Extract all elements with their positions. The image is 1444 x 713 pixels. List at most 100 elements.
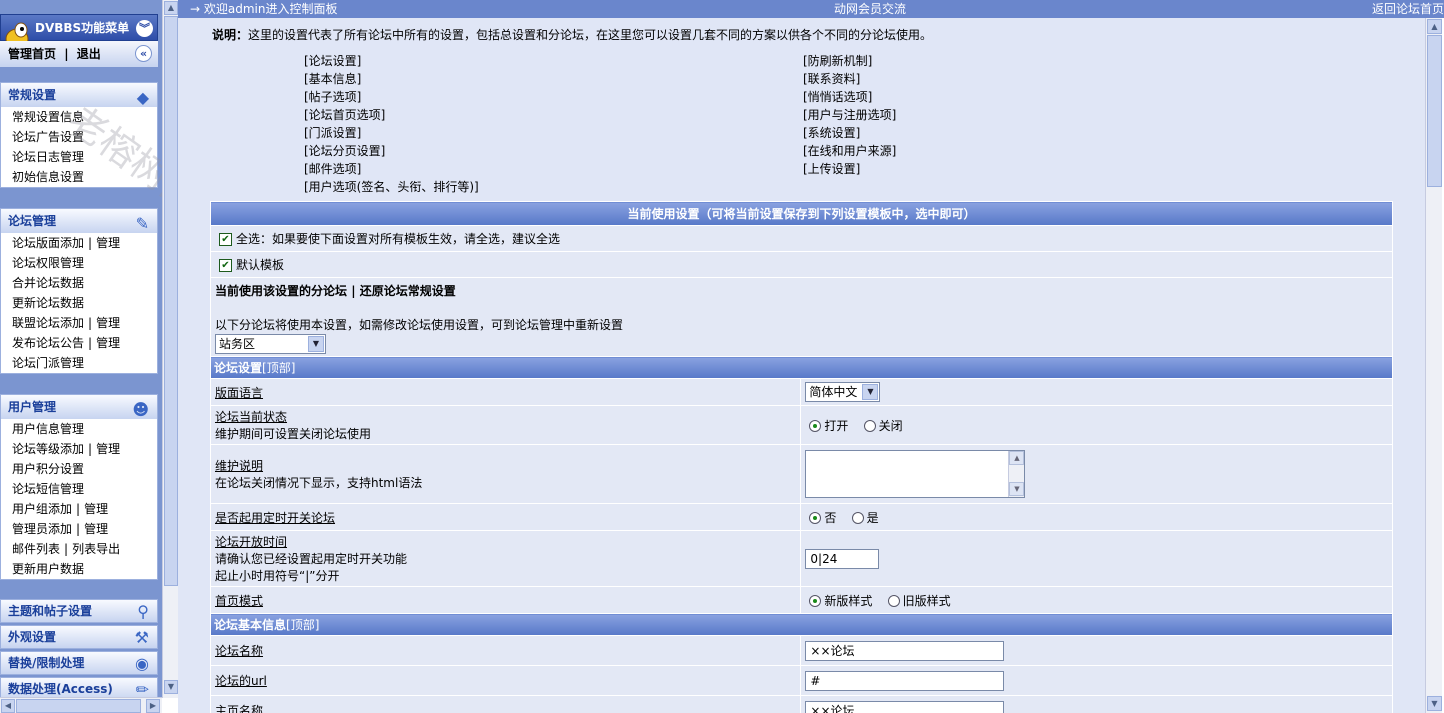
section-link[interactable]: [用户选项(签名、头衔、排行等)] [304, 178, 479, 196]
arrow-icon: → [190, 2, 201, 16]
scroll-thumb[interactable] [16, 699, 141, 713]
group-title-general[interactable]: 常规设置 ◆ [1, 83, 157, 107]
collapse-menu-icon[interactable]: ︾ [136, 20, 153, 37]
sidebar-item[interactable]: 更新论坛数据 [1, 293, 157, 313]
section-link[interactable]: [上传设置] [803, 160, 896, 178]
maintenance-textarea[interactable]: ▲ ▼ [805, 450, 1026, 498]
sidebar-item[interactable]: 论坛等级添加 | 管理 [1, 439, 157, 459]
home-new-radio[interactable] [809, 595, 822, 607]
restore-link[interactable]: 还原论坛常规设置 [360, 284, 456, 298]
sidebar-item[interactable]: 用户积分设置 [1, 459, 157, 479]
status-label: 论坛当前状态 [215, 410, 288, 424]
scroll-left-icon[interactable]: ◀ [1, 699, 15, 713]
group-appearance[interactable]: 外观设置 ⚒ [0, 625, 158, 649]
logout-link[interactable]: 退出 [77, 47, 101, 61]
main-vscrollbar[interactable]: ▲ ▼ [1425, 18, 1442, 713]
current-forum-label: 当前使用该设置的分论坛 [215, 284, 348, 298]
section-link[interactable]: [门派设置] [304, 124, 479, 142]
homepage-name-input[interactable]: ××论坛 [805, 700, 1005, 713]
section-link[interactable]: [悄悄话选项] [803, 88, 896, 106]
section-link[interactable]: [帖子选项] [304, 88, 479, 106]
select-all-checkbox[interactable]: ✔ [219, 233, 232, 246]
settings-table: 当前使用设置（可将当前设置保存到下列设置模板中，选中即可） ✔ 全选：如果要使下面… [209, 201, 1393, 713]
scroll-down-icon[interactable]: ▼ [1427, 696, 1442, 711]
sidebar-item[interactable]: 初始信息设置 [1, 167, 157, 187]
sidebar-item[interactable]: 邮件列表 | 列表导出 [1, 539, 157, 559]
sidebar-item[interactable]: 论坛门派管理 [1, 353, 157, 373]
section-link[interactable]: [防刷新机制] [803, 52, 896, 70]
sidebar-item[interactable]: 论坛日志管理 [1, 147, 157, 167]
sidebar-vscrollbar[interactable]: ▲ ▼ [162, 0, 178, 698]
sidebar-item[interactable]: 合并论坛数据 [1, 273, 157, 293]
chevron-down-icon: ▼ [862, 384, 879, 400]
forum-url-input[interactable]: # [805, 670, 1005, 691]
maintenance-label: 维护说明 [215, 459, 264, 473]
section-link[interactable]: [系统设置] [803, 124, 896, 142]
group-title-forum[interactable]: 论坛管理 ✎ [1, 209, 157, 233]
sidebar-item[interactable]: 用户组添加 | 管理 [1, 499, 157, 519]
top-link[interactable]: [顶部] [262, 361, 295, 375]
scroll-up-icon[interactable]: ▲ [164, 1, 178, 15]
member-link[interactable]: 动网会员交流 [834, 0, 906, 18]
status-close-radio[interactable] [863, 420, 876, 432]
section-link[interactable]: [用户与注册选项] [803, 106, 896, 124]
section-link[interactable]: [基本信息] [304, 70, 479, 88]
select-all-row: ✔ 全选：如果要使下面设置对所有模板生效，请全选，建议全选 [210, 225, 1393, 252]
chevron-down-icon: ▼ [308, 336, 324, 352]
sidebar-item[interactable]: 更新用户数据 [1, 559, 157, 579]
section-header-basic: 论坛基本信息[顶部] [210, 613, 1393, 636]
sidebar-item[interactable]: 发布论坛公告 | 管理 [1, 333, 157, 353]
homepage-name-label: 主页名称 [215, 704, 264, 713]
scroll-thumb[interactable] [164, 16, 178, 586]
group-replace[interactable]: 替换/限制处理 ◉ [0, 651, 158, 675]
section-link[interactable]: [论坛设置] [304, 52, 479, 70]
section-link[interactable]: [论坛分页设置] [304, 142, 479, 160]
group-general: 常规设置 ◆ 常规设置信息 论坛广告设置 论坛日志管理 初始信息设置 [0, 82, 158, 188]
open-time-desc: 起止小时用符号“|”分开 [215, 569, 340, 583]
status-open-radio[interactable] [809, 420, 822, 432]
home-link[interactable]: 管理首页 [8, 47, 56, 61]
scroll-down-icon[interactable]: ▼ [164, 680, 178, 694]
sidebar-item[interactable]: 用户信息管理 [1, 419, 157, 439]
forum-name-input[interactable]: ××论坛 [805, 640, 1005, 661]
back-home-link[interactable]: 返回论坛首页 [1372, 0, 1444, 18]
scroll-thumb[interactable] [1427, 35, 1442, 187]
timer-yes-radio[interactable] [851, 512, 864, 524]
home-old-radio[interactable] [887, 595, 900, 607]
default-template-checkbox[interactable]: ✔ [219, 259, 232, 272]
sidebar-item[interactable]: 论坛短信管理 [1, 479, 157, 499]
sidebar-item[interactable]: 常规设置信息 [1, 107, 157, 127]
section-link[interactable]: [邮件选项] [304, 160, 479, 178]
current-settings-header: 当前使用设置（可将当前设置保存到下列设置模板中，选中即可） [210, 201, 1393, 226]
user-icon: ☻ [132, 400, 149, 419]
description: 说明：这里的设置代表了所有论坛中所有的设置，包括总设置和分论坛，在这里您可以设置… [212, 28, 933, 42]
sidebar-item[interactable]: 论坛版面添加 | 管理 [1, 233, 157, 253]
section-link[interactable]: [联系资料] [803, 70, 896, 88]
group-topics[interactable]: 主题和帖子设置 ⚲ [0, 599, 158, 623]
tools-icon: ⚒ [134, 628, 149, 647]
sidebar-item[interactable]: 论坛权限管理 [1, 253, 157, 273]
scroll-right-icon[interactable]: ▶ [146, 699, 160, 713]
group-forum: 论坛管理 ✎ 论坛版面添加 | 管理 论坛权限管理 合并论坛数据 更新论坛数据 联盟论… [0, 208, 158, 374]
section-links-right: [防刷新机制] [联系资料] [悄悄话选项] [用户与注册选项] [系统设置] … [803, 52, 896, 178]
timer-no-radio[interactable] [809, 512, 822, 524]
forum-select[interactable]: 站务区 ▼ [215, 334, 326, 354]
top-link[interactable]: [顶部] [286, 618, 319, 632]
double-chevron-left-icon[interactable]: « [135, 45, 152, 62]
sidebar: DVBBS功能菜单 ︾ 管理首页 | 退出 « 常规设置 ◆ 常规设置信息 论坛广… [0, 0, 162, 713]
maintenance-desc: 在论坛关闭情况下显示，支持html语法 [215, 476, 423, 490]
open-time-input[interactable]: 0|24 [805, 548, 880, 569]
timer-label: 是否起用定时开关论坛 [215, 510, 336, 525]
section-link[interactable]: [在线和用户来源] [803, 142, 896, 160]
sidebar-item[interactable]: 联盟论坛添加 | 管理 [1, 313, 157, 333]
section-link[interactable]: [论坛首页选项] [304, 106, 479, 124]
menu-title-bar: DVBBS功能菜单 ︾ [0, 14, 158, 50]
scroll-up-icon[interactable]: ▲ [1427, 19, 1442, 34]
language-select[interactable]: 简体中文 ▼ [805, 382, 881, 402]
sidebar-item[interactable]: 管理员添加 | 管理 [1, 519, 157, 539]
sidebar-hscrollbar[interactable]: ◀ ▶ [0, 697, 162, 713]
top-bar: → 欢迎admin进入控制面板 动网会员交流 返回论坛首页 [178, 0, 1444, 18]
sidebar-item[interactable]: 论坛广告设置 [1, 127, 157, 147]
main-panel: 说明：这里的设置代表了所有论坛中所有的设置，包括总设置和分论坛，在这里您可以设置… [178, 18, 1425, 713]
group-title-users[interactable]: 用户管理 ☻ [1, 395, 157, 419]
